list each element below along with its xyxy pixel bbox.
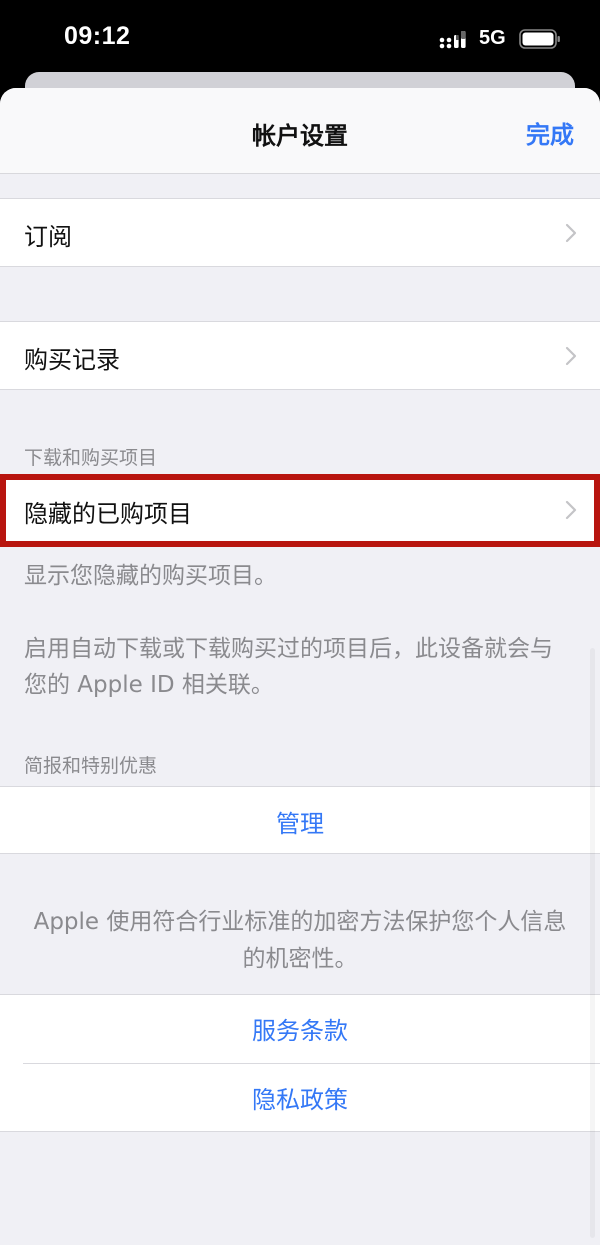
status-time: 09:12 <box>64 22 131 50</box>
newsletters-section-header: 简报和特别优惠 <box>24 755 158 777</box>
terms-of-service-link[interactable]: 服务条款 <box>0 1011 600 1046</box>
hidden-purchases-label: 隐藏的已购项目 <box>24 500 192 528</box>
chevron-right-icon <box>565 346 577 366</box>
chevron-right-icon <box>565 223 577 243</box>
terms-row[interactable]: 服务条款 隐私政策 <box>0 994 600 1132</box>
manage-row[interactable]: 管理 <box>0 786 600 854</box>
account-settings-sheet: 帐户设置 完成 订阅 购买记录 下载和购买项目 隐藏的已购项目 显示您隐藏的购买… <box>0 88 600 1258</box>
privacy-note: Apple 使用符合行业标准的加密方法保护您个人信息的机密性。 <box>33 909 567 972</box>
downloads-section-header: 下载和购买项目 <box>24 447 158 469</box>
subscriptions-row[interactable]: 订阅 <box>0 198 600 267</box>
purchase-history-label: 购买记录 <box>24 346 120 374</box>
auto-download-note: 启用自动下载或下载购买过的项目后，此设备就会与您的 Apple ID 相关联。 <box>24 636 553 698</box>
page-title: 帐户设置 <box>252 122 348 150</box>
bottom-edge <box>0 1245 600 1258</box>
done-button[interactable]: 完成 <box>526 115 574 150</box>
row-divider <box>23 1063 600 1064</box>
manage-button[interactable]: 管理 <box>0 804 600 839</box>
privacy-policy-link[interactable]: 隐私政策 <box>0 1080 600 1115</box>
status-bar: 09:12 5G <box>0 0 600 72</box>
battery-icon <box>519 29 560 49</box>
cellular-signal-icon <box>439 31 466 49</box>
subscriptions-label: 订阅 <box>24 223 72 251</box>
chevron-right-icon <box>565 500 577 520</box>
screen: 09:12 5G 帐户设置 完成 订阅 购买记录 下载和购买项目 隐藏的已购项目… <box>0 0 600 1258</box>
navigation-bar: 帐户设置 完成 <box>0 88 600 174</box>
network-type: 5G <box>479 27 506 49</box>
purchase-history-row[interactable]: 购买记录 <box>0 321 600 390</box>
hidden-purchases-row[interactable]: 隐藏的已购项目 <box>0 476 600 545</box>
scrollbar[interactable] <box>590 648 595 1238</box>
hidden-purchases-footer: 显示您隐藏的购买项目。 <box>24 563 277 589</box>
